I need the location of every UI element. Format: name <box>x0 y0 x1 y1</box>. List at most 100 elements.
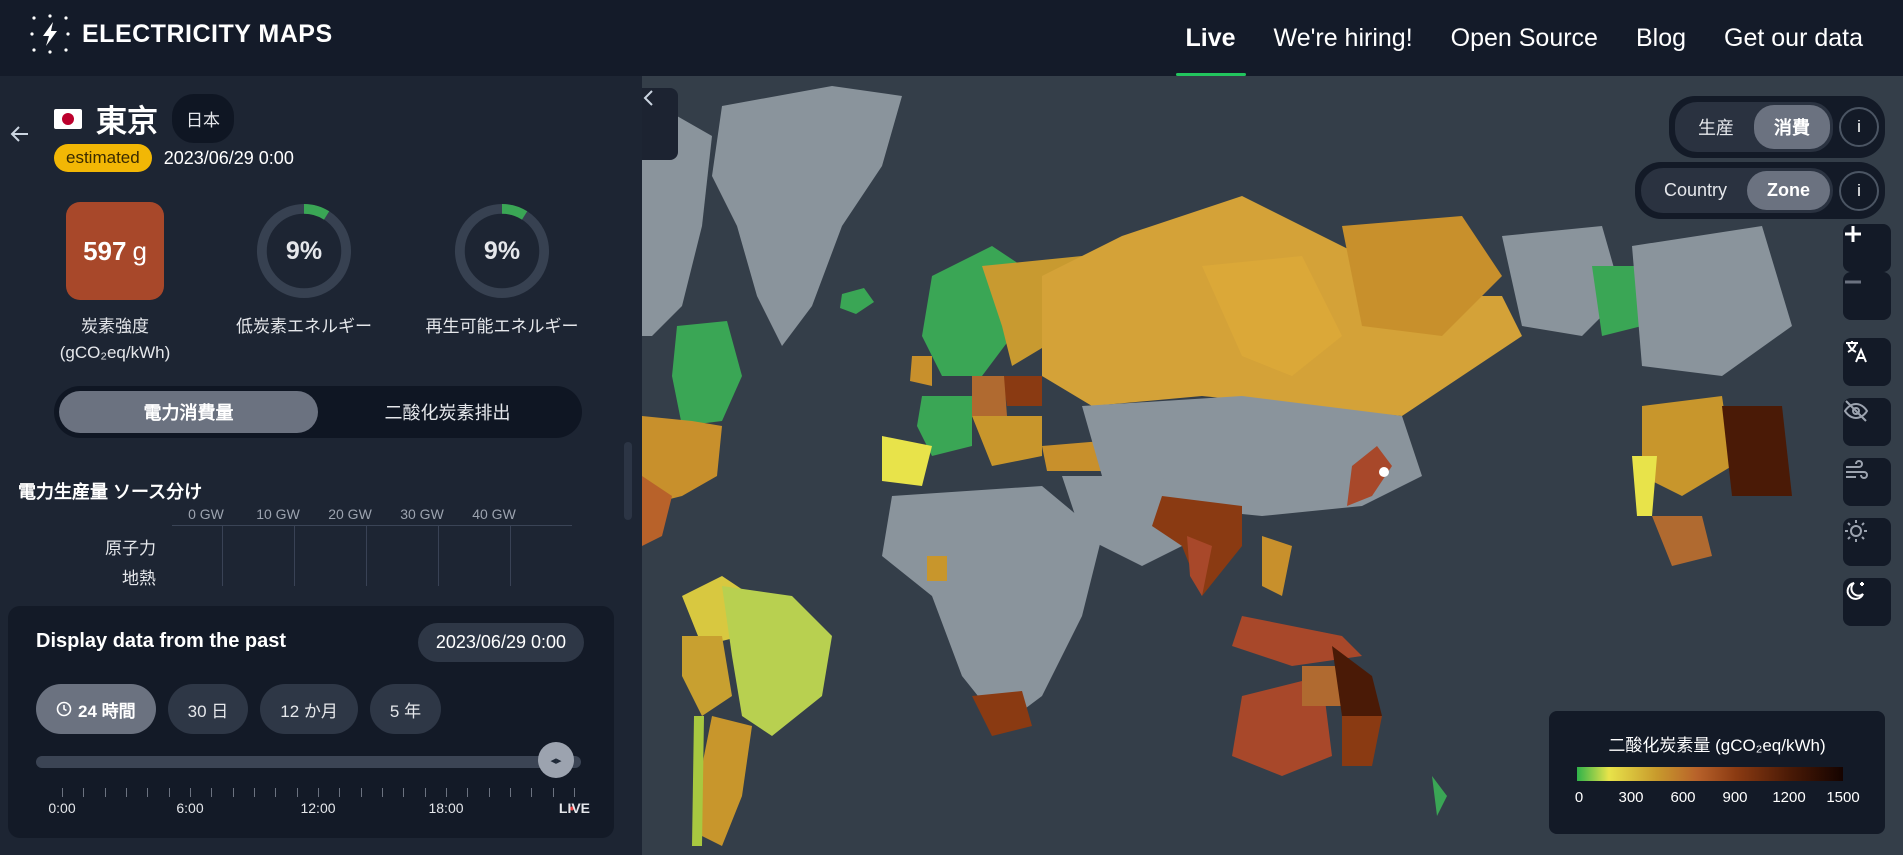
nav-live[interactable]: Live <box>1175 0 1246 76</box>
slider-tick <box>573 788 575 797</box>
main-nav: Live We're hiring! Open Source Blog Get … <box>1175 0 1863 76</box>
nigeria-region <box>927 556 947 581</box>
zone-name: 東京 <box>96 104 158 139</box>
slider-tick <box>552 788 554 797</box>
slider-tick <box>445 788 447 797</box>
hide-layer-button[interactable] <box>1843 398 1891 446</box>
time-range-selector: 24 時間 30 日 12 か月 5 年 <box>36 684 442 734</box>
slider-tick <box>339 788 341 797</box>
axis-tick: 0 GW <box>188 506 224 522</box>
zone-option[interactable]: Zone <box>1747 171 1830 210</box>
nav-hiring[interactable]: We're hiring! <box>1274 0 1413 76</box>
tokyo-marker <box>1379 467 1389 477</box>
range-12m-button[interactable]: 12 か月 <box>260 684 358 734</box>
slider-tick <box>83 788 85 797</box>
california-region <box>1632 456 1657 516</box>
slider-tick <box>168 788 170 797</box>
lightning-logo-icon <box>30 14 70 54</box>
japan-flag-icon <box>54 108 82 129</box>
zoom-out-icon <box>1845 280 1861 284</box>
canada-west-region <box>1632 226 1792 376</box>
mode-info-button[interactable]: i <box>1839 107 1879 147</box>
carbon-intensity-unit: g <box>132 235 147 266</box>
legend-tick: 1200 <box>1772 789 1806 806</box>
nav-open-source[interactable]: Open Source <box>1451 0 1598 76</box>
hide-icon <box>1843 400 1869 422</box>
range-24h-button[interactable]: 24 時間 <box>36 684 156 734</box>
legend-title: 二酸化炭素量 (gCO₂eq/kWh) <box>1608 736 1826 755</box>
germany-region <box>972 376 1007 416</box>
argentina-region <box>702 716 752 846</box>
range-24h-label: 24 時間 <box>78 701 136 721</box>
source-nuclear-label: 原子力 <box>105 539 156 558</box>
low-carbon-percent: 9% <box>285 236 323 265</box>
slider-tick <box>275 788 277 797</box>
consumption-option[interactable]: 消費 <box>1754 105 1830 149</box>
slider-tick <box>381 788 383 797</box>
africa-region <box>882 486 1102 726</box>
carbon-intensity-label: 炭素強度 (gCO₂eq/kWh) <box>26 314 204 366</box>
solar-layer-button[interactable] <box>1843 518 1891 566</box>
low-carbon-metric[interactable]: 9% 低炭素エネルギー <box>214 202 394 340</box>
legend-tick: 900 <box>1722 789 1748 806</box>
slider-tick <box>488 788 490 797</box>
usa-midwest-region <box>1722 406 1792 496</box>
mexico-region <box>1652 516 1712 566</box>
country-zone-toggle: Country Zone i <box>1634 162 1885 219</box>
range-30d-button[interactable]: 30 日 <box>167 684 249 734</box>
dark-mode-button[interactable] <box>1843 578 1891 626</box>
slider-tick <box>509 788 511 797</box>
emissions-tab[interactable]: 二酸化炭素排出 <box>318 391 577 433</box>
granularity-info-button[interactable]: i <box>1839 170 1879 211</box>
zoom-in-button[interactable] <box>1843 224 1891 272</box>
greenland-region <box>712 86 902 346</box>
clock-icon <box>56 701 72 717</box>
collapse-panel-button[interactable] <box>642 88 678 160</box>
renewable-metric[interactable]: 9% 再生可能エネルギー <box>402 202 602 340</box>
time-slider-track[interactable] <box>36 756 581 768</box>
slider-tick <box>253 788 255 797</box>
brazil-region <box>722 586 832 736</box>
range-5y-button[interactable]: 5 年 <box>369 684 442 734</box>
carbon-intensity-box: 597 g <box>66 202 164 300</box>
balkans-region <box>972 416 1042 466</box>
zone-datetime: 2023/06/29 0:00 <box>163 147 294 168</box>
zoom-in-icon <box>1845 226 1861 242</box>
legend-color-bar <box>1577 767 1843 781</box>
country-option[interactable]: Country <box>1644 171 1747 210</box>
back-arrow-icon[interactable] <box>8 122 32 146</box>
language-button[interactable] <box>1843 338 1891 386</box>
time-tick-label: 0:00 <box>48 800 76 816</box>
live-indicator[interactable]: • LIVE <box>559 800 590 816</box>
wind-layer-button[interactable] <box>1843 458 1891 506</box>
slider-tick <box>424 788 426 797</box>
indochina-region <box>1262 536 1292 596</box>
consumption-tab[interactable]: 電力消費量 <box>59 391 318 433</box>
nav-get-data[interactable]: Get our data <box>1724 0 1863 76</box>
usa-west-region <box>1642 396 1732 496</box>
app-name: ELECTRICITY MAPS <box>82 19 333 48</box>
country-chip: 日本 <box>172 94 234 143</box>
legend-tick: 1500 <box>1826 789 1860 806</box>
poland-region <box>1002 376 1042 406</box>
panel-scrollbar[interactable] <box>624 442 632 520</box>
wind-icon <box>1846 460 1868 479</box>
app-logo[interactable]: ELECTRICITY MAPS <box>30 14 333 54</box>
time-tick-label: 12:00 <box>300 800 336 816</box>
legend-tick: 600 <box>1670 789 1696 806</box>
breakdown-title: 電力生産量 ソース分け <box>18 482 203 502</box>
time-slider-handle[interactable]: ◂▸ <box>538 742 574 778</box>
production-consumption-toggle: 生産 消費 i <box>1669 96 1885 158</box>
zoom-out-button[interactable] <box>1843 272 1891 320</box>
slider-tick <box>531 788 533 797</box>
time-controller-title: Display data from the past <box>36 630 287 652</box>
world-map[interactable]: 生産 消費 i Country Zone i 二酸化炭素量 (gCO₂eq/kW… <box>642 76 1903 855</box>
zone-header: 東京 日本 <box>54 94 234 143</box>
time-tick-label: 6:00 <box>176 800 204 816</box>
live-label: LIVE <box>558 800 591 816</box>
iceland-region <box>840 288 874 314</box>
production-option[interactable]: 生産 <box>1678 105 1754 149</box>
nav-blog[interactable]: Blog <box>1636 0 1686 76</box>
chevron-left-icon <box>643 90 653 106</box>
carbon-intensity-metric: 597 g 炭素強度 (gCO₂eq/kWh) <box>60 202 170 366</box>
